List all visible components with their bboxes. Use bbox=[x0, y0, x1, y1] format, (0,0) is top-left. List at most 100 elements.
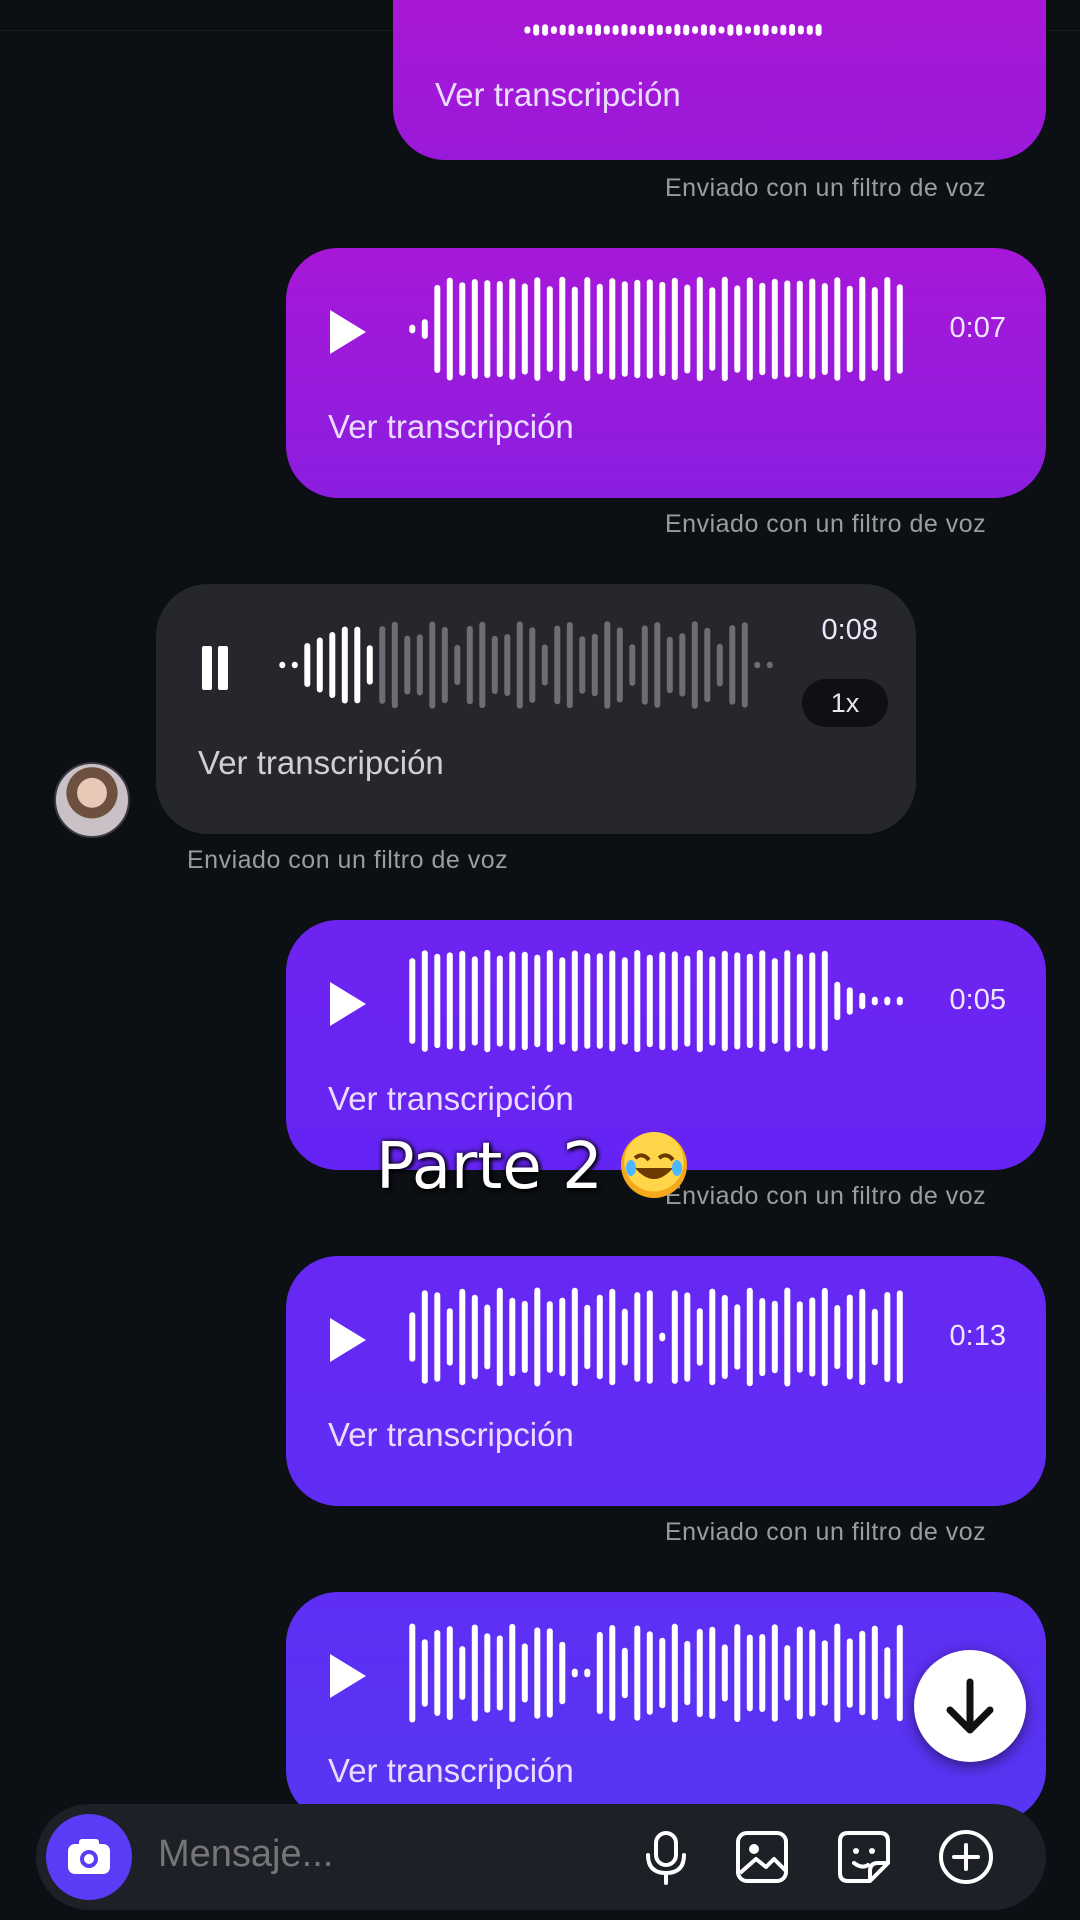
waveform-bar bbox=[806, 25, 813, 35]
waveform-bar bbox=[577, 25, 584, 35]
waveform-bar bbox=[734, 285, 741, 373]
waveform-bar bbox=[797, 25, 804, 35]
waveform-bar bbox=[446, 277, 453, 381]
view-transcript-link[interactable]: Ver transcripción bbox=[328, 1416, 574, 1454]
play-icon[interactable] bbox=[330, 1654, 366, 1698]
view-transcript-link[interactable]: Ver transcripción bbox=[198, 744, 444, 782]
waveform-bar bbox=[709, 1626, 716, 1720]
waveform-bar bbox=[684, 955, 691, 1047]
waveform-bar bbox=[671, 1290, 678, 1384]
waveform-bar bbox=[484, 1633, 491, 1713]
waveform-bar bbox=[727, 24, 734, 36]
waveform-bar bbox=[291, 661, 298, 669]
play-icon[interactable] bbox=[330, 1318, 366, 1362]
waveform[interactable] bbox=[276, 610, 776, 720]
waveform-bar bbox=[596, 1294, 603, 1380]
waveform-bar bbox=[366, 645, 373, 685]
pause-icon[interactable] bbox=[202, 646, 230, 690]
message-composer bbox=[36, 1804, 1046, 1910]
waveform-bar bbox=[709, 956, 716, 1046]
waveform-bar bbox=[571, 286, 578, 372]
waveform-bar bbox=[584, 953, 591, 1049]
waveform-bar bbox=[559, 24, 566, 36]
voice-message-1[interactable]: Ver transcripción bbox=[393, 0, 1046, 160]
waveform-bar bbox=[421, 1639, 428, 1707]
waveform[interactable] bbox=[523, 10, 823, 50]
waveform[interactable] bbox=[406, 274, 906, 384]
waveform-bar bbox=[709, 287, 716, 371]
waveform-bar bbox=[659, 951, 666, 1051]
waveform-bar bbox=[639, 25, 646, 35]
waveform-bar bbox=[379, 626, 386, 704]
sticker-icon[interactable] bbox=[832, 1825, 896, 1889]
waveform-bar bbox=[471, 1294, 478, 1380]
waveform-bar bbox=[696, 276, 703, 382]
waveform-bar bbox=[759, 282, 766, 376]
voice-message-3[interactable]: 0:08 1x Ver transcripción bbox=[156, 584, 916, 834]
view-transcript-link[interactable]: Ver transcripción bbox=[328, 408, 574, 446]
waveform-bar bbox=[859, 992, 866, 1010]
waveform[interactable] bbox=[406, 1618, 906, 1728]
view-transcript-link[interactable]: Ver transcripción bbox=[328, 1080, 574, 1118]
waveform-bar bbox=[621, 957, 628, 1045]
waveform-bar bbox=[809, 952, 816, 1050]
waveform-bar bbox=[846, 285, 853, 373]
microphone-icon[interactable] bbox=[634, 1825, 698, 1889]
waveform-bar bbox=[859, 1630, 866, 1716]
overlay-text: Parte 2 bbox=[376, 1130, 603, 1204]
waveform-bar bbox=[434, 1630, 441, 1716]
waveform-bar bbox=[404, 635, 411, 695]
plus-circle-icon[interactable] bbox=[934, 1825, 998, 1889]
waveform-bar bbox=[784, 1287, 791, 1387]
avatar[interactable] bbox=[54, 762, 130, 838]
waveform-bar bbox=[304, 643, 311, 687]
waveform-bar bbox=[815, 24, 822, 36]
waveform-bar bbox=[734, 1304, 741, 1370]
waveform-bar bbox=[846, 1294, 853, 1380]
waveform-bar bbox=[666, 636, 673, 694]
waveform-bar bbox=[329, 632, 336, 698]
waveform-bar bbox=[609, 1625, 616, 1721]
waveform-bar bbox=[771, 278, 778, 380]
waveform-bar bbox=[595, 24, 601, 36]
scroll-to-bottom-button[interactable] bbox=[914, 1650, 1026, 1762]
waveform-bar bbox=[884, 1292, 891, 1382]
playback-speed-button[interactable]: 1x bbox=[802, 679, 888, 727]
view-transcript-link[interactable]: Ver transcripción bbox=[435, 76, 681, 114]
waveform-bar bbox=[546, 286, 553, 372]
waveform-bar bbox=[609, 1288, 616, 1386]
voice-filter-caption: Enviado con un filtro de voz bbox=[665, 1518, 987, 1546]
waveform-bar bbox=[459, 282, 466, 376]
waveform[interactable] bbox=[406, 1282, 906, 1392]
waveform-bar bbox=[846, 987, 853, 1015]
waveform-bar bbox=[659, 281, 666, 376]
waveform-bar bbox=[654, 622, 661, 708]
view-transcript-link[interactable]: Ver transcripción bbox=[328, 1752, 574, 1790]
waveform-bar bbox=[591, 633, 598, 697]
waveform[interactable] bbox=[406, 946, 906, 1056]
camera-button[interactable] bbox=[46, 1814, 132, 1900]
duration: 0:07 bbox=[949, 312, 1006, 344]
waveform-bar bbox=[459, 1646, 466, 1700]
waveform-bar bbox=[871, 1625, 878, 1721]
waveform-bar bbox=[716, 643, 723, 687]
waveform-bar bbox=[550, 26, 557, 34]
gallery-icon[interactable] bbox=[730, 1825, 794, 1889]
waveform-bar bbox=[354, 626, 361, 704]
waveform-bar bbox=[454, 644, 461, 686]
waveform-bar bbox=[684, 284, 691, 374]
voice-message-2[interactable]: 0:07 Ver transcripción bbox=[286, 248, 1046, 498]
message-input[interactable] bbox=[156, 1832, 540, 1877]
waveform-bar bbox=[559, 1641, 566, 1705]
voice-message-5[interactable]: 0:13 Ver transcripción bbox=[286, 1256, 1046, 1506]
waveform-bar bbox=[634, 1625, 641, 1721]
waveform-bar bbox=[771, 958, 778, 1044]
play-icon[interactable] bbox=[330, 982, 366, 1026]
waveform-bar bbox=[896, 996, 903, 1006]
waveform-bar bbox=[521, 1300, 528, 1373]
waveform-bar bbox=[421, 319, 428, 339]
play-icon[interactable] bbox=[330, 310, 366, 354]
waveform-bar bbox=[691, 621, 698, 709]
waveform-bar bbox=[534, 277, 541, 381]
waveform-bar bbox=[416, 634, 423, 696]
